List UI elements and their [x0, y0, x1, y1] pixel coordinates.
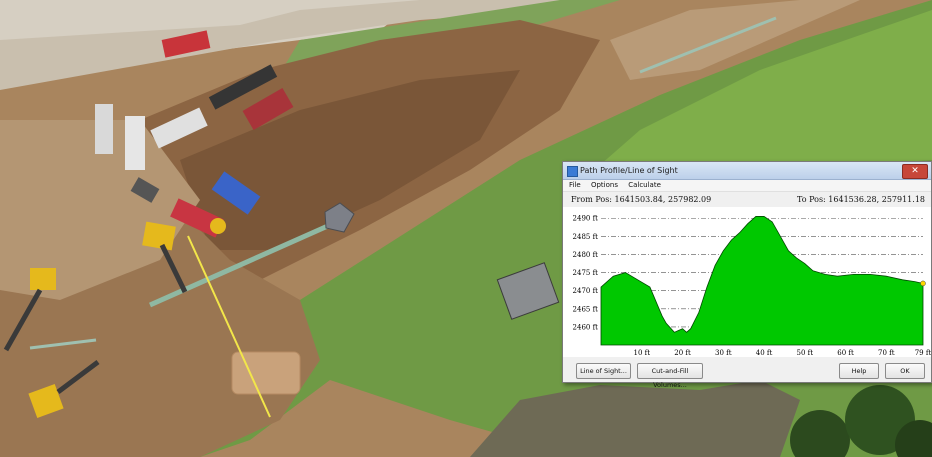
- button-row: Line of Sight... Cut-and-Fill Volumes...…: [563, 362, 931, 389]
- position-row: From Pos: 1641503.84, 257982.09 To Pos: …: [563, 192, 931, 206]
- close-button[interactable]: ✕: [902, 164, 928, 179]
- help-button[interactable]: Help: [839, 363, 879, 379]
- menu-calculate[interactable]: Calculate: [628, 181, 661, 189]
- y-tick-label: 2460 ft: [573, 323, 599, 331]
- x-tick-label: 40 ft: [756, 349, 773, 357]
- app-icon: [567, 166, 578, 177]
- elevation-profile-chart: 2460 ft 2465 ft 2470 ft 2475 ft 2480 ft 2485 …: [563, 207, 931, 357]
- x-tick-label: 50 ft: [797, 349, 814, 357]
- line-of-sight-button[interactable]: Line of Sight...: [576, 363, 631, 379]
- menu-options[interactable]: Options: [591, 181, 618, 189]
- x-tick-label: 60 ft: [837, 349, 854, 357]
- y-tick-label: 2490 ft: [573, 215, 599, 223]
- from-position: From Pos: 1641503.84, 257982.09: [571, 195, 712, 204]
- y-tick-label: 2475 ft: [573, 269, 599, 277]
- x-tick-label: 20 ft: [674, 349, 691, 357]
- menu-file[interactable]: File: [569, 181, 581, 189]
- y-tick-label: 2485 ft: [573, 233, 599, 241]
- y-tick-label: 2470 ft: [573, 287, 599, 295]
- path-profile-dialog[interactable]: Path Profile/Line of Sight ✕ File Option…: [562, 161, 932, 389]
- title-bar[interactable]: Path Profile/Line of Sight ✕: [563, 162, 931, 180]
- y-tick-label: 2465 ft: [573, 305, 599, 313]
- x-tick-label: 30 ft: [715, 349, 732, 357]
- x-tick-label: 79 ft: [915, 349, 931, 357]
- x-tick-label: 70 ft: [878, 349, 895, 357]
- menu-bar: File Options Calculate: [563, 180, 931, 192]
- ok-button[interactable]: OK: [885, 363, 925, 379]
- y-tick-label: 2480 ft: [573, 251, 599, 259]
- cut-fill-volumes-button[interactable]: Cut-and-Fill Volumes...: [637, 363, 703, 389]
- window-title: Path Profile/Line of Sight: [580, 166, 678, 175]
- to-position: To Pos: 1641536.28, 257911.18: [797, 195, 925, 204]
- end-point-marker: [920, 280, 926, 287]
- x-tick-label: 10 ft: [633, 349, 650, 357]
